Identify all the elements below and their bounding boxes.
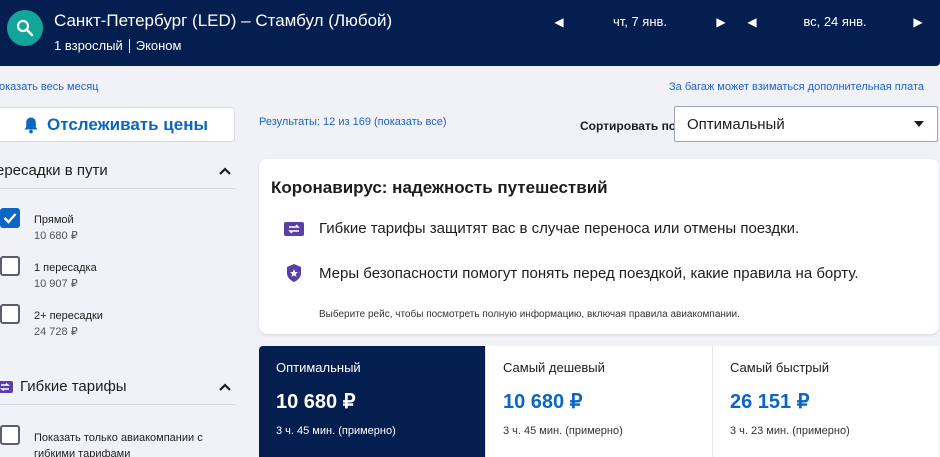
card-title: Коронавирус: надежность путешествий xyxy=(271,178,608,197)
stops-option-one-stop[interactable]: 1 пересадка 10 907 ₽ xyxy=(0,256,97,292)
tab-name: Самый дешевый xyxy=(503,360,605,375)
tab-cheapest[interactable]: Самый дешевый 10 680 ₽ 3 ч. 45 мин. (при… xyxy=(486,346,713,457)
option-label: 2+ пересадки xyxy=(34,310,103,322)
option-label: 1 пересадка xyxy=(34,262,97,274)
top-search-bar: Санкт-Петербург (LED) – Стамбул (Любой) … xyxy=(0,0,940,66)
tab-duration: 3 ч. 23 мин. (примерно) xyxy=(730,425,850,437)
tab-name: Оптимальный xyxy=(276,360,361,375)
passenger-cabin-summary[interactable]: 1 взрослый Эконом xyxy=(54,38,181,53)
cabin-class: Эконом xyxy=(135,38,182,53)
tab-fastest[interactable]: Самый быстрый 26 151 ₽ 3 ч. 23 мин. (при… xyxy=(713,346,939,457)
checkbox-flex-only[interactable] xyxy=(0,425,20,445)
stops-option-two-plus[interactable]: 2+ пересадки 24 728 ₽ xyxy=(0,304,103,340)
tab-duration: 3 ч. 45 мин. (примерно) xyxy=(503,425,623,437)
option-price: 24 728 ₽ xyxy=(34,326,78,338)
chevron-up-icon[interactable] xyxy=(218,166,232,176)
route-title[interactable]: Санкт-Петербург (LED) – Стамбул (Любой) xyxy=(54,11,392,31)
flex-tariffs-filter: Гибкие тарифы xyxy=(0,378,236,405)
depart-date-nav: ◀ чт, 7 янв. ▶ xyxy=(552,14,728,29)
depart-date[interactable]: чт, 7 янв. xyxy=(566,14,714,29)
track-prices-button[interactable]: Отслеживать цены xyxy=(0,107,235,142)
next-return-date-button[interactable]: ▶ xyxy=(911,15,925,29)
card-note: Выберите рейс, чтобы посмотреть полную и… xyxy=(319,309,740,320)
option-label: Прямой xyxy=(34,214,74,226)
return-date-nav: ◀ вс, 24 янв. ▶ xyxy=(745,14,925,29)
passenger-count: 1 взрослый xyxy=(54,38,123,53)
safety-measures-text: Меры безопасности помогут понять перед п… xyxy=(319,264,859,282)
flex-option-label: Показать только авиакомпании с xyxy=(34,432,203,444)
checkbox-two-plus[interactable] xyxy=(0,304,20,324)
stops-filter: ересадки в пути xyxy=(0,162,236,189)
next-depart-date-button[interactable]: ▶ xyxy=(714,15,728,29)
flex-filter-title: Гибкие тарифы xyxy=(20,378,127,395)
sort-tabs: Оптимальный 10 680 ₽ 3 ч. 45 мин. (приме… xyxy=(259,346,939,457)
tab-duration: 3 ч. 45 мин. (примерно) xyxy=(276,425,396,437)
chevron-up-icon[interactable] xyxy=(218,382,232,392)
tab-optimal[interactable]: Оптимальный 10 680 ₽ 3 ч. 45 мин. (приме… xyxy=(259,346,486,457)
flex-tariffs-option[interactable]: Показать только авиакомпании с гибкими т… xyxy=(0,425,203,457)
sort-selected-value: Оптимальный xyxy=(687,115,785,133)
shield-star-icon xyxy=(287,264,301,282)
prev-return-date-button[interactable]: ◀ xyxy=(745,15,759,29)
track-prices-label: Отслеживать цены xyxy=(47,114,208,134)
tab-price: 10 680 ₽ xyxy=(503,391,583,413)
checkbox-one-stop[interactable] xyxy=(0,256,20,276)
flexible-tariffs-row: Гибкие тарифы защитят вас в случае перен… xyxy=(283,220,799,237)
divider xyxy=(0,188,236,189)
stops-option-direct[interactable]: Прямой 10 680 ₽ xyxy=(0,208,78,244)
checkbox-direct[interactable] xyxy=(0,208,20,228)
tab-price: 26 151 ₽ xyxy=(730,391,810,413)
safety-measures-row: Меры безопасности помогут понять перед п… xyxy=(283,263,859,283)
option-price: 10 680 ₽ xyxy=(34,230,78,242)
flex-ticket-icon xyxy=(0,380,13,393)
coronavirus-info-card: Коронавирус: надежность путешествий Гибк… xyxy=(259,159,939,334)
divider xyxy=(0,404,236,405)
tab-name: Самый быстрый xyxy=(730,360,829,375)
baggage-fee-link[interactable]: За багаж может взиматься дополнительная … xyxy=(669,81,924,93)
return-date[interactable]: вс, 24 янв. xyxy=(759,14,911,29)
caret-down-icon xyxy=(914,121,924,127)
search-button[interactable] xyxy=(7,10,43,46)
show-whole-month-link[interactable]: оказать весь месяц xyxy=(0,81,98,93)
prev-depart-date-button[interactable]: ◀ xyxy=(552,15,566,29)
sort-dropdown[interactable]: Оптимальный xyxy=(674,106,938,142)
stops-filter-header[interactable]: ересадки в пути xyxy=(0,162,236,179)
flex-ticket-icon xyxy=(284,221,304,236)
stops-filter-title: ересадки в пути xyxy=(0,162,108,179)
search-icon xyxy=(16,19,34,37)
results-count-link[interactable]: Результаты: 12 из 169 (показать все) xyxy=(259,116,447,128)
sort-label: Сортировать по xyxy=(580,119,677,133)
flex-option-label-cont: гибкими тарифами xyxy=(34,448,131,457)
flexible-tariffs-text: Гибкие тарифы защитят вас в случае перен… xyxy=(319,220,800,237)
checkmark-icon xyxy=(3,213,17,224)
bell-icon xyxy=(24,117,38,133)
option-price: 10 907 ₽ xyxy=(34,278,78,290)
separator xyxy=(128,38,130,53)
tab-price: 10 680 ₽ xyxy=(276,391,356,413)
flex-filter-header[interactable]: Гибкие тарифы xyxy=(0,378,236,395)
